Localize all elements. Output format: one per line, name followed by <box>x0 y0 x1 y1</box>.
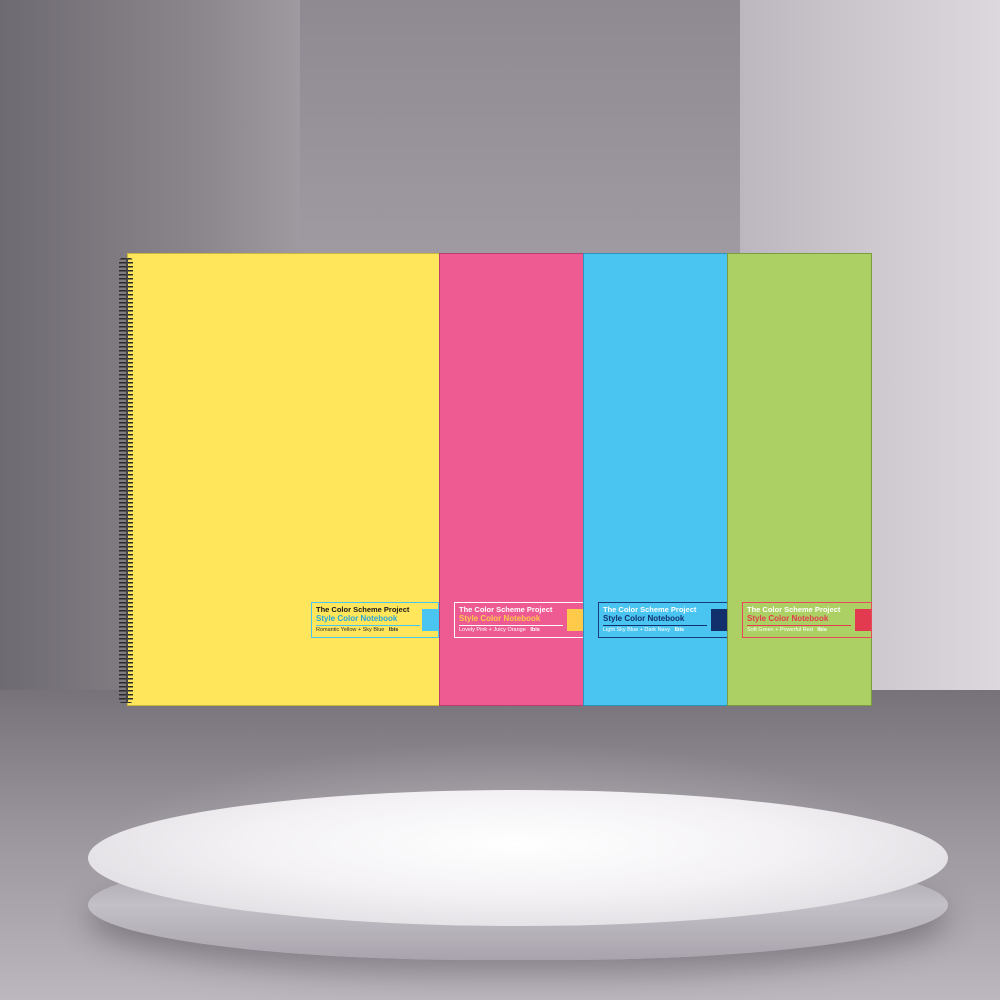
notebook-label: The Color Scheme Project Style Color Not… <box>742 602 872 638</box>
color-combination: Soft Green + Powerful Red Ibis <box>747 627 871 634</box>
notebook-title: Style Color Notebook <box>603 614 685 623</box>
color-names: Light Sky Blue + Dark Navy <box>603 627 671 633</box>
accent-swatch <box>567 609 583 631</box>
label-divider <box>603 625 707 626</box>
brand-logo: Ibis <box>817 627 827 633</box>
notebook-title: Style Color Notebook <box>316 614 398 623</box>
brand-logo: Ibis <box>530 627 540 633</box>
accent-swatch <box>422 609 438 631</box>
podium-top <box>88 790 948 926</box>
project-name: The Color Scheme Project <box>747 605 841 614</box>
color-combination: Light Sky Blue + Dark Navy Ibis <box>603 627 727 634</box>
spiral-wire <box>126 258 128 703</box>
notebook-green: The Color Scheme Project Style Color Not… <box>727 253 872 706</box>
project-name: The Color Scheme Project <box>316 605 410 614</box>
notebook-label: The Color Scheme Project Style Color Not… <box>454 602 584 638</box>
color-names: Romantic Yellow + Sky Blue <box>316 627 385 633</box>
color-combination: Romantic Yellow + Sky Blue Ibis <box>316 627 438 634</box>
color-combination: Lovely Pink + Juicy Orange Ibis <box>459 627 583 634</box>
notebook-label: The Color Scheme Project Style Color Not… <box>598 602 728 638</box>
studio-backdrop: The Color Scheme Project Style Color Not… <box>0 0 1000 1000</box>
project-name: The Color Scheme Project <box>603 605 697 614</box>
notebook-pink: The Color Scheme Project Style Color Not… <box>439 253 584 706</box>
brand-logo: Ibis <box>674 627 685 633</box>
notebook-blue: The Color Scheme Project Style Color Not… <box>583 253 728 706</box>
accent-swatch <box>711 609 727 631</box>
notebook-yellow: The Color Scheme Project Style Color Not… <box>127 253 440 706</box>
label-divider <box>747 625 851 626</box>
brand-logo: Ibis <box>388 627 399 633</box>
project-name: The Color Scheme Project <box>459 605 553 614</box>
accent-swatch <box>855 609 871 631</box>
color-names: Soft Green + Powerful Red <box>747 627 813 633</box>
color-names: Lovely Pink + Juicy Orange <box>459 627 526 633</box>
notebook-title: Style Color Notebook <box>747 614 829 623</box>
label-divider <box>459 625 563 626</box>
label-divider <box>316 625 420 626</box>
display-podium <box>88 790 948 960</box>
notebook-label: The Color Scheme Project Style Color Not… <box>311 602 439 638</box>
notebook-title: Style Color Notebook <box>459 614 541 623</box>
